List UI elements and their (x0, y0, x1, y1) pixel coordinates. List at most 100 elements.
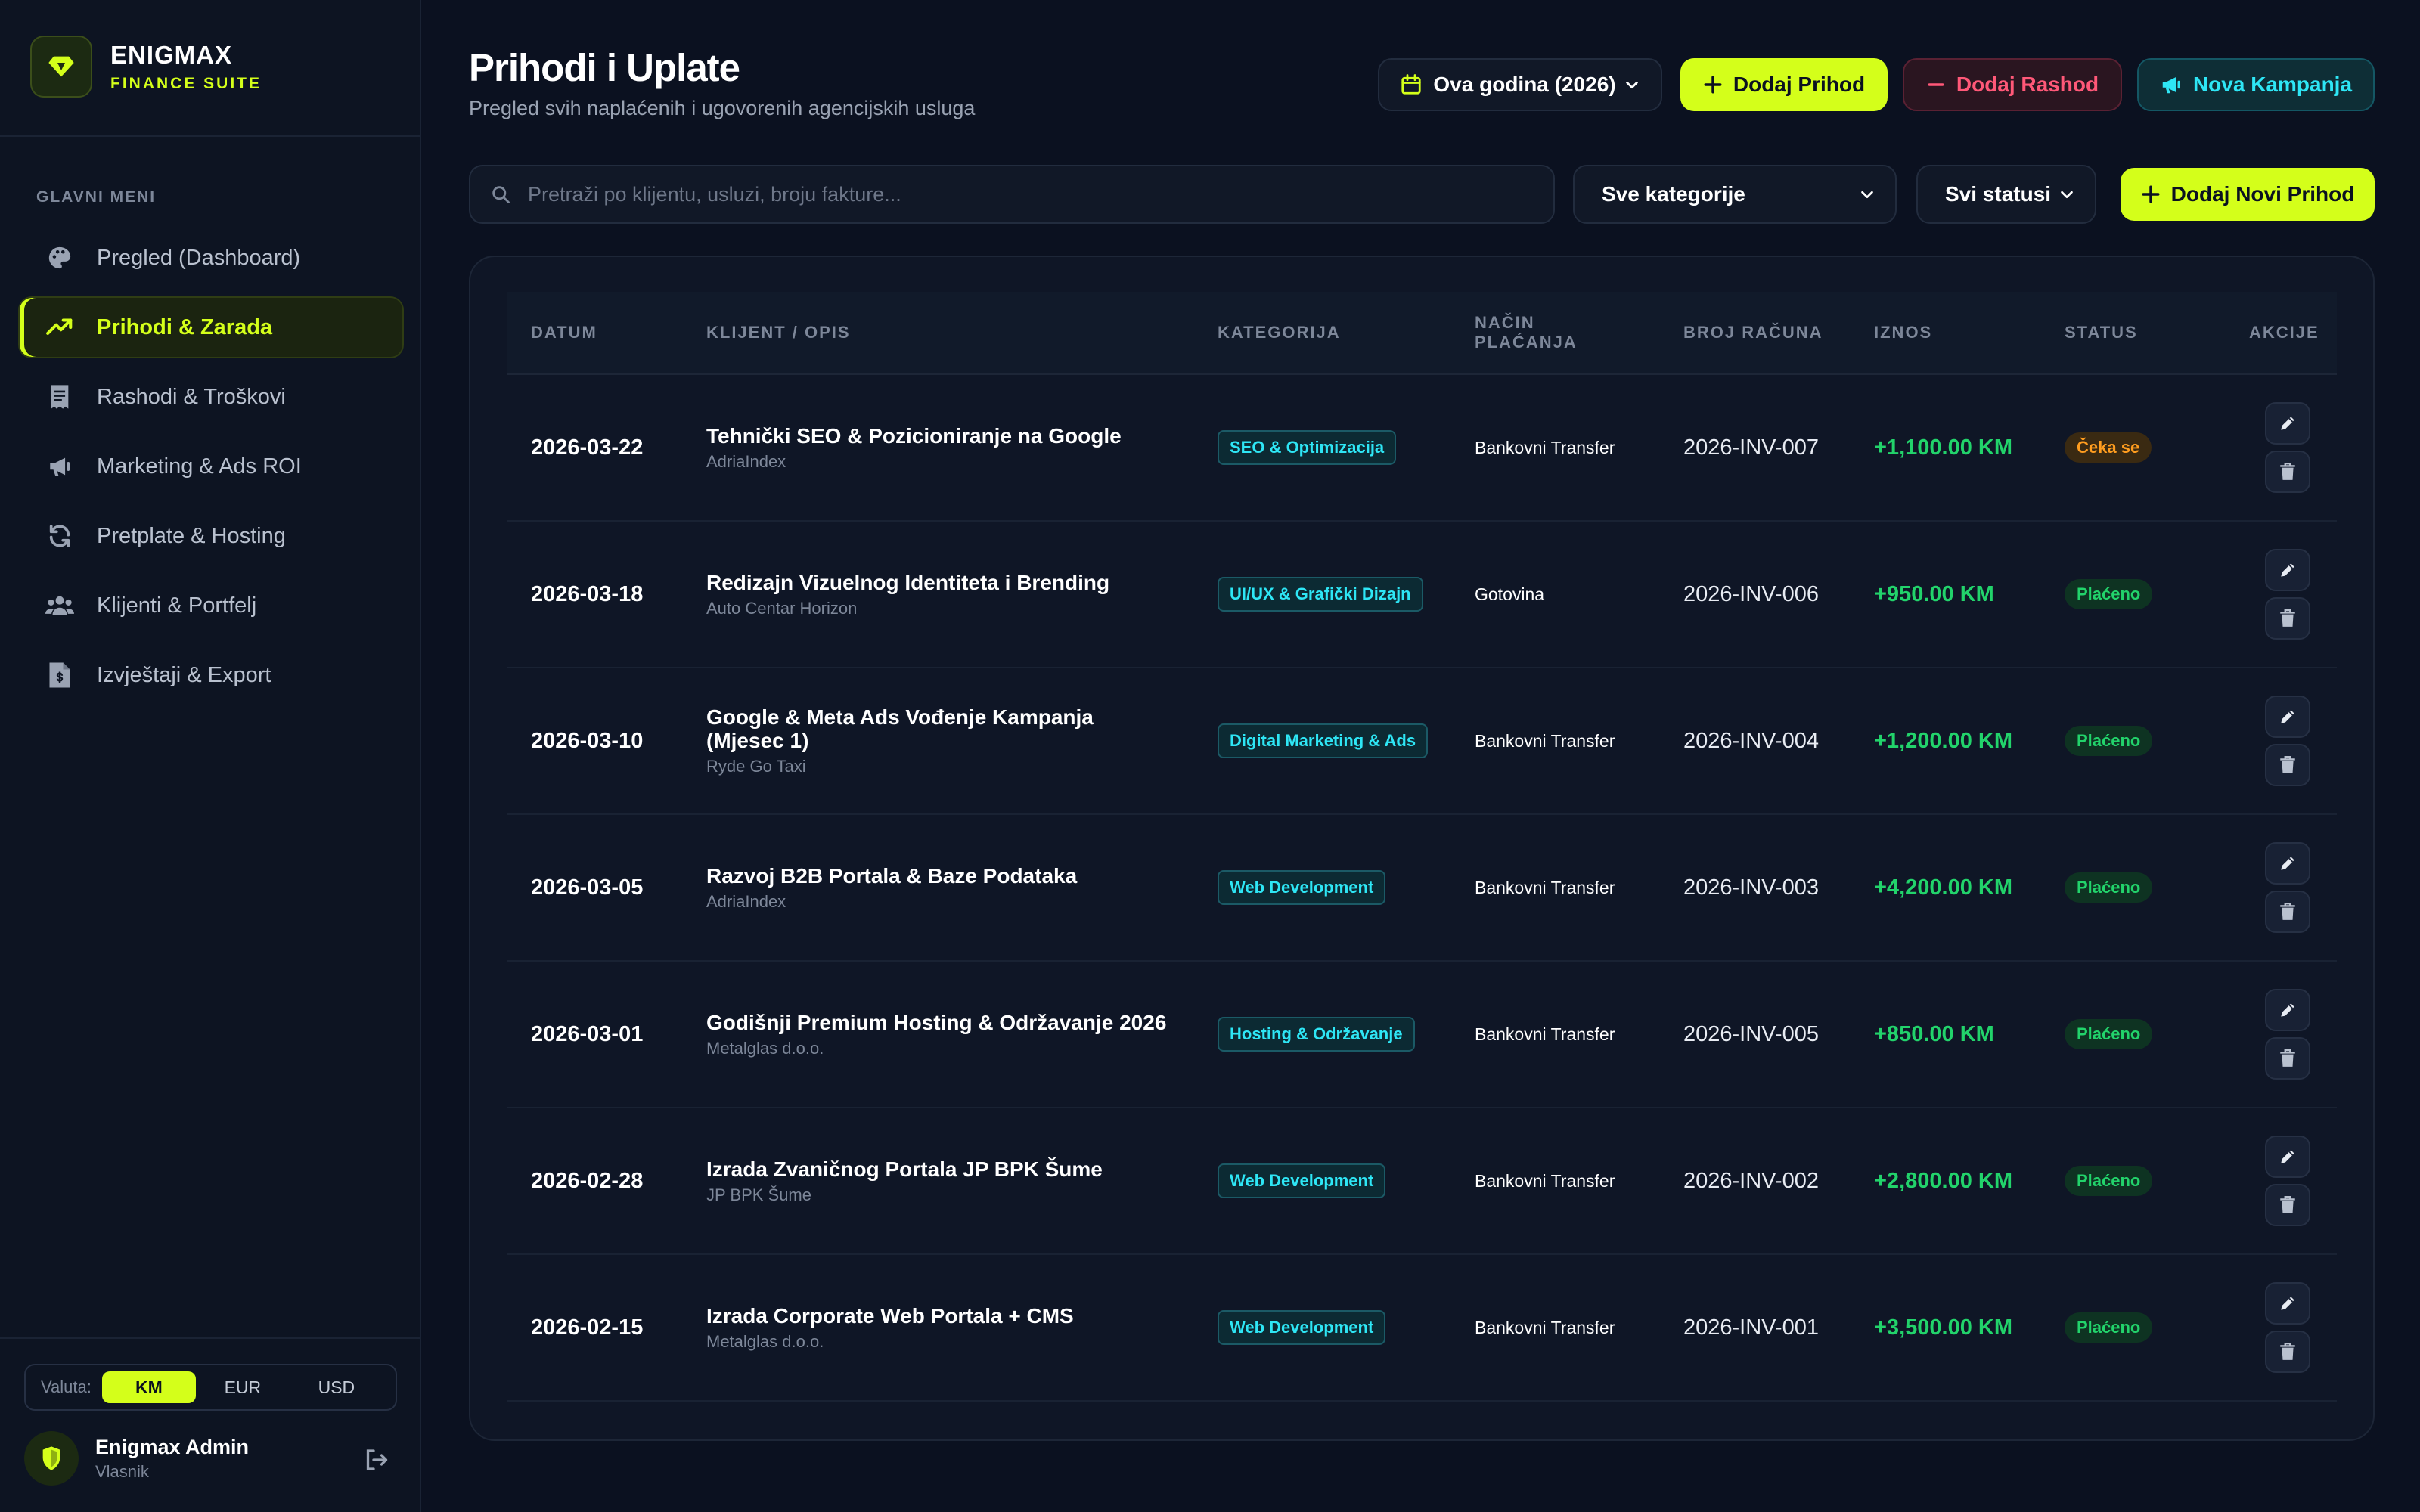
row-date: 2026-03-18 (531, 582, 644, 606)
column-header-client[interactable]: KLIJENT / OPIS (706, 292, 851, 373)
row-payment-method: Bankovni Transfer (1475, 877, 1615, 897)
sidebar-item-label: Izvještaji & Export (97, 662, 271, 687)
status-select[interactable]: Svi statusi (1916, 165, 2096, 224)
add-expense-button[interactable]: Dodaj Rashod (1903, 58, 2122, 111)
currency-option-km[interactable]: KM (101, 1371, 196, 1403)
edit-button[interactable] (2265, 696, 2310, 738)
row-invoice-number: 2026-INV-003 (1683, 875, 1819, 900)
sidebar-item-label: Pretplate & Hosting (97, 523, 286, 548)
edit-button[interactable] (2265, 402, 2310, 445)
page-title: Prihodi i Uplate (469, 46, 740, 89)
edit-button[interactable] (2265, 549, 2310, 591)
avatar (24, 1431, 79, 1486)
delete-button[interactable] (2265, 451, 2310, 493)
new-campaign-label: Nova Kampanja (2192, 73, 2353, 96)
pencil-icon (2281, 417, 2294, 430)
pencil-icon (2281, 563, 2294, 577)
add-income-button[interactable]: Dodaj Prihod (1680, 58, 1888, 111)
row-title: Razvoj B2B Portala & Baze Podataka (706, 863, 1078, 888)
year-filter-dropdown[interactable]: Ova godina (2026) (1378, 58, 1662, 111)
row-amount: +4,200.00 KM (1874, 875, 2012, 900)
currency-option-eur[interactable]: EUR (196, 1371, 290, 1403)
row-date: 2026-02-28 (531, 1169, 644, 1193)
category-tag: Web Development (1218, 870, 1386, 905)
add-new-income-button[interactable]: Dodaj Novi Prihod (2121, 168, 2375, 221)
sidebar-item-reports[interactable]: Izvještaji & Export (18, 644, 404, 706)
sidebar-item-marketing[interactable]: Marketing & Ads ROI (18, 435, 404, 497)
sidebar-item-income[interactable]: Prihodi & Zarada (18, 296, 404, 358)
page-subtitle: Pregled svih naplaćenih i ugovorenih age… (469, 97, 976, 119)
pencil-icon (2281, 1003, 2294, 1017)
add-new-income-label: Dodaj Novi Prihod (2170, 182, 2355, 206)
table-row[interactable]: 2026-02-15 Izrada Corporate Web Portala … (507, 1255, 2337, 1402)
sidebar-item-subscriptions[interactable]: Pretplate & Hosting (18, 505, 404, 567)
delete-button[interactable] (2265, 1184, 2310, 1226)
delete-button[interactable] (2265, 1037, 2310, 1080)
chevron-down-icon (1859, 186, 1876, 203)
trash-icon (2280, 1342, 2295, 1360)
column-header-method[interactable]: NAČIN PLAĆANJA (1475, 292, 1581, 373)
row-payment-method: Bankovni Transfer (1475, 730, 1615, 751)
shield-icon (42, 1446, 60, 1470)
divider (0, 1337, 421, 1339)
table-row[interactable]: 2026-03-05 Razvoj B2B Portala & Baze Pod… (507, 815, 2337, 962)
category-tag: SEO & Optimizacija (1218, 430, 1397, 465)
search-bar (469, 165, 1555, 224)
main-nav: Pregled (Dashboard) Prihodi & Zarada Ras… (18, 227, 404, 714)
search-input[interactable] (526, 181, 1512, 207)
pencil-icon (2281, 710, 2294, 723)
user-role: Vlasnik (95, 1461, 149, 1481)
edit-button[interactable] (2265, 1136, 2310, 1178)
sidebar-item-expenses[interactable]: Rashodi & Troškovi (18, 366, 404, 428)
row-invoice-number: 2026-INV-001 (1683, 1315, 1819, 1340)
table-row[interactable]: 2026-03-10 Google & Meta Ads Vođenje Kam… (507, 668, 2337, 815)
trash-icon (2280, 902, 2295, 920)
sidebar-item-clients[interactable]: Klijenti & Portfelj (18, 575, 404, 637)
delete-button[interactable] (2265, 891, 2310, 933)
sidebar: ENIGMAX FINANCE SUITE GLAVNI MENI Pregle… (0, 0, 421, 1512)
user-profile: Enigmax Admin Vlasnik (24, 1431, 397, 1486)
brand[interactable]: ENIGMAX FINANCE SUITE (30, 36, 262, 98)
row-payment-method: Bankovni Transfer (1475, 437, 1615, 457)
status-badge: Plaćeno (2065, 1166, 2153, 1196)
status-badge: Plaćeno (2065, 579, 2153, 609)
edit-button[interactable] (2265, 989, 2310, 1031)
edit-button[interactable] (2265, 842, 2310, 885)
edit-button[interactable] (2265, 1282, 2310, 1325)
row-title: Godišnji Premium Hosting & Održavanje 20… (706, 1010, 1167, 1034)
column-header-date[interactable]: DATUM (531, 292, 597, 373)
minus-icon (1926, 75, 1946, 94)
currency-label: Valuta: (41, 1377, 92, 1396)
table-row[interactable]: 2026-02-28 Izrada Zvaničnog Portala JP B… (507, 1108, 2337, 1255)
new-campaign-button[interactable]: Nova Kampanja (2137, 58, 2375, 111)
delete-button[interactable] (2265, 1331, 2310, 1373)
table-row[interactable]: 2026-03-22 Tehnički SEO & Pozicioniranje… (507, 375, 2337, 522)
menu-title: GLAVNI MENI (36, 188, 157, 206)
row-title: Izrada Corporate Web Portala + CMS (706, 1303, 1074, 1328)
row-date: 2026-03-05 (531, 875, 644, 900)
row-title: Tehnički SEO & Pozicioniranje na Google (706, 423, 1122, 448)
table-row[interactable]: 2026-03-01 Godišnji Premium Hosting & Od… (507, 962, 2337, 1108)
sidebar-item-dashboard[interactable]: Pregled (Dashboard) (18, 227, 404, 289)
table-row[interactable]: 2026-03-18 Redizajn Vizuelnog Identiteta… (507, 522, 2337, 668)
sidebar-item-label: Prihodi & Zarada (97, 314, 273, 339)
column-header-status[interactable]: STATUS (2065, 292, 2138, 373)
sidebar-item-label: Pregled (Dashboard) (97, 245, 301, 270)
currency-switcher: Valuta: KM EUR USD (24, 1364, 397, 1411)
trash-icon (2280, 1195, 2295, 1213)
column-header-invoice[interactable]: BROJ RAČUNA (1683, 292, 1823, 373)
delete-button[interactable] (2265, 744, 2310, 786)
delete-button[interactable] (2265, 597, 2310, 640)
logout-icon[interactable] (362, 1446, 389, 1477)
status-badge: Plaćeno (2065, 1312, 2153, 1343)
row-date: 2026-03-22 (531, 435, 644, 460)
column-header-amount[interactable]: IZNOS (1874, 292, 1932, 373)
currency-option-usd[interactable]: USD (290, 1371, 383, 1403)
row-client: Izrada Corporate Web Portala + CMS Metal… (706, 1255, 1175, 1400)
column-header-category[interactable]: KATEGORIJA (1218, 292, 1341, 373)
palette-icon (44, 242, 76, 274)
row-amount: +850.00 KM (1874, 1022, 1994, 1046)
category-select[interactable]: Sve kategorije (1573, 165, 1897, 224)
row-amount: +950.00 KM (1874, 582, 1994, 606)
row-title: Redizajn Vizuelnog Identiteta i Brending (706, 570, 1110, 594)
